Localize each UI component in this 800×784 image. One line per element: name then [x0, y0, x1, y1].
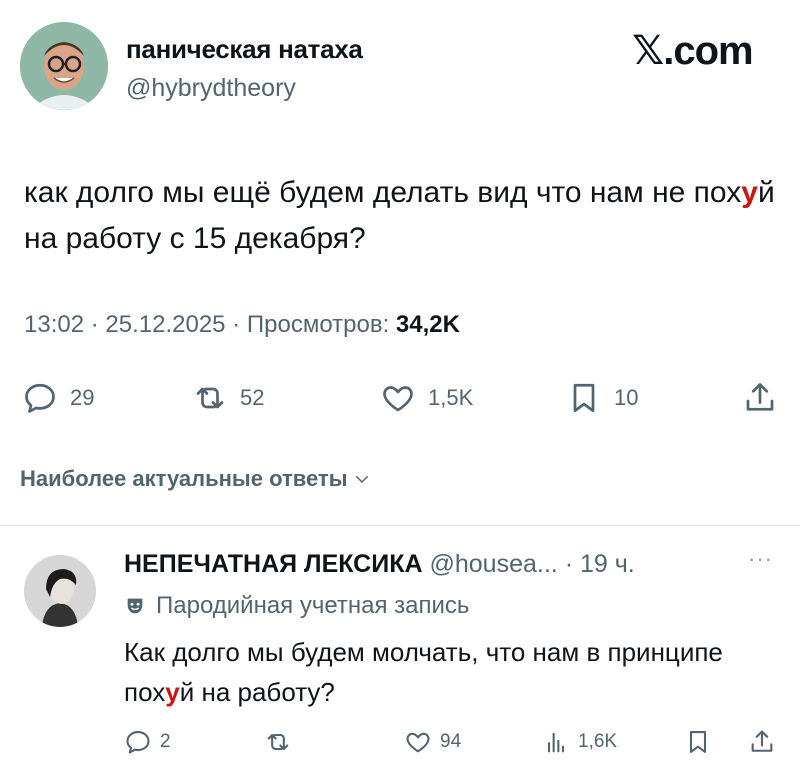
reply-bookmark-button[interactable] [684, 728, 712, 756]
views-label: Просмотров: [246, 311, 390, 338]
reply-like-button[interactable]: 94 [404, 728, 461, 756]
views-bar-chart-icon [547, 732, 565, 753]
reply-button[interactable]: 29 [22, 380, 94, 416]
bookmark-icon [573, 383, 595, 413]
reply-reply-count: 2 [160, 731, 171, 752]
parody-label: Пародийная учетная запись [124, 592, 469, 620]
bookmark-count: 10 [614, 385, 639, 410]
views-count: 34,2K [395, 311, 460, 338]
reply-icon [126, 731, 150, 754]
like-count: 1,5K [428, 385, 474, 410]
parody-label-text: Пародийная учетная запись [156, 592, 470, 619]
reply-reply-button[interactable]: 2 [124, 728, 171, 756]
share-button[interactable] [742, 380, 778, 416]
replies-sort-dropdown[interactable]: Наиболее актуальные ответы [20, 466, 371, 492]
heart-icon [383, 386, 413, 412]
tweet-date[interactable]: 25.12.2025 [105, 311, 225, 338]
censored-letter: у [165, 677, 180, 707]
chevron-down-icon [356, 476, 369, 483]
reply-author-avatar[interactable] [24, 555, 96, 627]
author-name[interactable]: паническая натаха [126, 34, 363, 65]
reply-share-button[interactable] [748, 728, 776, 756]
heart-icon [406, 732, 430, 753]
repost-count: 52 [240, 385, 265, 410]
bookmark-button[interactable]: 10 [566, 380, 638, 416]
replies-sort-label: Наиболее актуальные ответы [20, 466, 348, 491]
repost-icon [267, 733, 289, 751]
reply-icon [25, 383, 55, 413]
reply-views-button[interactable]: 1,6K [542, 728, 617, 756]
author-avatar[interactable] [20, 22, 108, 110]
reply-views-count: 1,6K [578, 731, 618, 752]
brand-logo: 𝕏.com [632, 29, 754, 73]
tweet-time[interactable]: 13:02 [24, 311, 84, 338]
repost-icon [196, 387, 224, 409]
reply-count: 29 [70, 385, 95, 410]
tweet-meta: 13:02 · 25.12.2025 · Просмотров: 34,2K [24, 311, 460, 338]
reply-time: · 19 ч. [564, 550, 635, 578]
parody-mask-icon [127, 598, 143, 614]
author-handle[interactable]: @hybrydtheory [126, 74, 296, 103]
share-icon [751, 730, 773, 752]
reply-like-count: 94 [440, 731, 462, 752]
repost-button[interactable]: 52 [192, 380, 264, 416]
reply-author[interactable]: НЕПЕЧАТНАЯ ЛЕКСИКА @housea... · 19 ч. [124, 550, 635, 579]
tweet-text: как долго мы ещё будем делать вид что на… [24, 176, 775, 255]
reply-author-handle: @housea... [429, 550, 558, 578]
reply-text: Как долго мы будем молчать, что нам в пр… [124, 637, 723, 707]
like-button[interactable]: 1,5K [380, 380, 473, 416]
reply-repost-button[interactable] [264, 728, 292, 756]
divider [0, 525, 800, 526]
censored-letter: у [741, 176, 758, 209]
share-icon [746, 383, 774, 411]
more-options-button[interactable]: ··· [748, 546, 773, 572]
bookmark-icon [689, 731, 707, 753]
reply-author-name: НЕПЕЧАТНАЯ ЛЕКСИКА [124, 550, 423, 578]
